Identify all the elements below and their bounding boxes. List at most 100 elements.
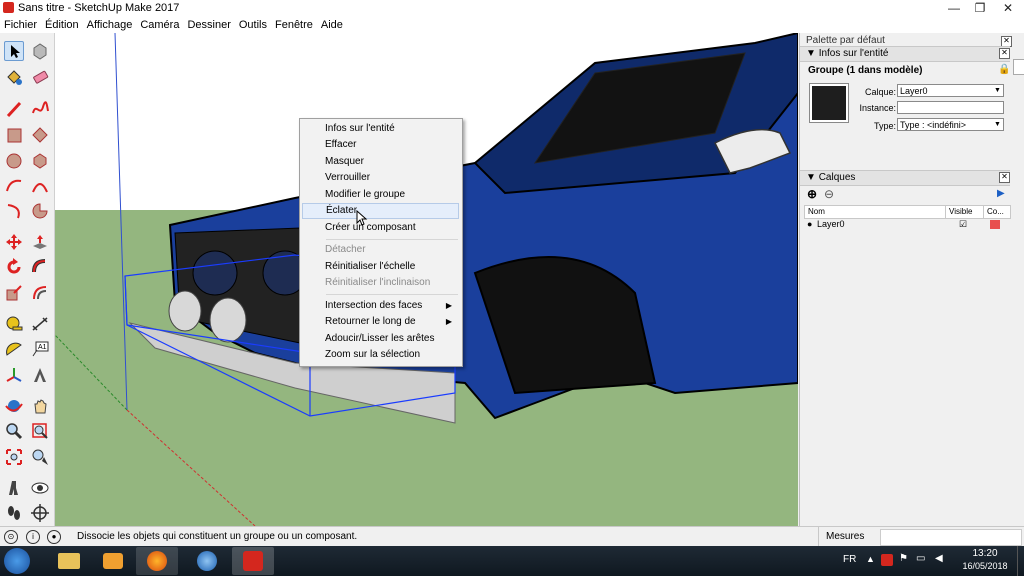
close-button[interactable]: ✕ xyxy=(994,0,1022,17)
move-icon[interactable] xyxy=(4,232,24,252)
scale-icon[interactable] xyxy=(4,283,24,303)
menu-item-explode[interactable]: Éclater xyxy=(302,203,459,219)
active-layer-radio-icon[interactable]: ● xyxy=(807,218,812,231)
footprints-icon[interactable] xyxy=(4,503,24,523)
push-pull-icon[interactable] xyxy=(30,232,50,252)
select-tool-icon[interactable] xyxy=(4,41,24,61)
material-swatch[interactable] xyxy=(809,83,849,123)
type-dropdown[interactable]: Type : <indéfini> ▼ xyxy=(897,118,1004,131)
menu-item-erase[interactable]: Effacer xyxy=(300,137,460,153)
tray-scrollbar[interactable] xyxy=(1013,59,1024,75)
layers-close-icon[interactable]: ✕ xyxy=(999,172,1010,183)
3d-text-icon[interactable] xyxy=(30,365,50,385)
info-icon[interactable]: i xyxy=(26,530,40,544)
text-tool-icon[interactable]: A1 xyxy=(30,339,50,359)
layer-dropdown[interactable]: Layer0 ▼ xyxy=(897,84,1004,97)
menu-fichier[interactable]: Fichier xyxy=(0,17,41,33)
menu-item-entity-info[interactable]: Infos sur l'entité xyxy=(300,121,460,137)
rotated-rectangle-icon[interactable] xyxy=(30,125,50,145)
line-tool-icon[interactable] xyxy=(4,99,24,119)
entity-info-close-icon[interactable]: ✕ xyxy=(999,48,1010,59)
circle-icon[interactable] xyxy=(4,151,24,171)
geo-location-icon[interactable]: ⊙ xyxy=(4,530,18,544)
three-point-arc-icon[interactable] xyxy=(4,201,24,221)
clock-date[interactable]: 16/05/2018 xyxy=(958,561,1012,571)
zoom-window-icon[interactable] xyxy=(30,421,50,441)
menu-dessiner[interactable]: Dessiner xyxy=(183,17,234,33)
zoom-icon[interactable] xyxy=(4,421,24,441)
layer-color-swatch[interactable] xyxy=(990,220,1000,229)
offset-icon[interactable] xyxy=(30,283,50,303)
clock-time[interactable]: 13:20 xyxy=(962,548,1008,559)
language-indicator[interactable]: FR xyxy=(843,554,856,565)
make-component-icon[interactable] xyxy=(30,41,50,61)
tape-measure-icon[interactable] xyxy=(4,314,24,334)
show-desktop-button[interactable] xyxy=(1017,546,1024,576)
media-player-icon[interactable] xyxy=(92,547,134,575)
instance-field[interactable] xyxy=(897,101,1004,114)
fog-lamp-left xyxy=(168,290,202,332)
follow-me-icon[interactable] xyxy=(30,257,50,277)
menu-item-lock[interactable]: Verrouiller xyxy=(300,170,460,186)
layer-visible-checkbox[interactable]: ☑ xyxy=(959,218,967,231)
menu-edition[interactable]: Édition xyxy=(41,17,83,33)
layer-row[interactable]: ● Layer0 ☑ xyxy=(804,218,1009,231)
two-point-arc-icon[interactable] xyxy=(30,176,50,196)
paint-bucket-icon[interactable] xyxy=(4,67,24,87)
arc-icon[interactable] xyxy=(4,176,24,196)
network-icon[interactable]: ▭ xyxy=(916,553,925,564)
entity-info-header[interactable]: ▼ Infos sur l'entité xyxy=(800,46,1010,62)
look-around-icon[interactable] xyxy=(30,478,50,498)
menu-item-reset-scale[interactable]: Réinitialiser l'échelle xyxy=(300,259,460,275)
user-icon[interactable]: ● xyxy=(47,530,61,544)
svg-text:A1: A1 xyxy=(38,344,47,351)
protractor-icon[interactable] xyxy=(4,339,24,359)
menu-item-edit-group[interactable]: Modifier le groupe xyxy=(300,187,460,203)
menu-item-make-component[interactable]: Créer un composant xyxy=(300,220,460,236)
menu-item-zoom-selection[interactable]: Zoom sur la sélection xyxy=(300,347,460,363)
walk-icon[interactable] xyxy=(4,478,24,498)
action-center-flag-icon[interactable]: ⚑ xyxy=(899,553,908,564)
layers-header[interactable]: ▼ Calques xyxy=(800,170,1010,186)
position-camera-icon[interactable] xyxy=(30,447,50,467)
column-color[interactable]: Co... xyxy=(983,206,1004,218)
show-hidden-icons-icon[interactable]: ▲ xyxy=(866,554,875,564)
delete-layer-icon[interactable]: ⊖ xyxy=(824,187,834,201)
add-layer-icon[interactable]: ⊕ xyxy=(807,187,817,201)
menu-item-flip-along[interactable]: Retourner le long de ▶ xyxy=(300,314,460,330)
zoom-extents-icon[interactable] xyxy=(4,447,24,467)
lock-icon[interactable]: 🔒 xyxy=(998,64,1010,75)
column-name[interactable]: Nom xyxy=(808,206,825,218)
menu-item-hide[interactable]: Masquer xyxy=(300,154,460,170)
start-button-icon[interactable] xyxy=(4,548,30,574)
section-plane-icon[interactable] xyxy=(30,503,50,523)
menu-item-soften-edges[interactable]: Adoucir/Lisser les arêtes xyxy=(300,331,460,347)
menu-item-intersect-faces[interactable]: Intersection des faces ▶ xyxy=(300,298,460,314)
orbit-icon[interactable] xyxy=(4,396,24,416)
dimension-icon[interactable] xyxy=(30,314,50,334)
sketchup-taskbar-icon[interactable] xyxy=(232,547,274,575)
rotate-icon[interactable] xyxy=(4,257,24,277)
freehand-icon[interactable] xyxy=(30,99,50,119)
file-explorer-icon[interactable] xyxy=(48,547,90,575)
menu-outils[interactable]: Outils xyxy=(235,17,271,33)
layer-details-icon[interactable]: ▶ xyxy=(997,188,1005,199)
thunderbird-icon[interactable] xyxy=(186,547,228,575)
tray-app-icon[interactable] xyxy=(881,554,893,566)
eraser-icon[interactable] xyxy=(30,67,50,87)
measures-input[interactable] xyxy=(880,529,1022,546)
axes-icon[interactable] xyxy=(4,365,24,385)
minimize-button[interactable]: — xyxy=(940,0,968,17)
maximize-button[interactable]: ❐ xyxy=(966,0,994,17)
pie-icon[interactable] xyxy=(30,201,50,221)
column-visible[interactable]: Visible xyxy=(945,206,972,218)
rectangle-icon[interactable] xyxy=(4,125,24,145)
menu-fenetre[interactable]: Fenêtre xyxy=(271,17,317,33)
polygon-icon[interactable] xyxy=(30,151,50,171)
volume-icon[interactable]: ◀ xyxy=(935,553,943,564)
menu-affichage[interactable]: Affichage xyxy=(83,17,137,33)
menu-camera[interactable]: Caméra xyxy=(136,17,183,33)
pan-icon[interactable] xyxy=(30,396,50,416)
firefox-icon[interactable] xyxy=(136,547,178,575)
menu-aide[interactable]: Aide xyxy=(317,17,347,33)
